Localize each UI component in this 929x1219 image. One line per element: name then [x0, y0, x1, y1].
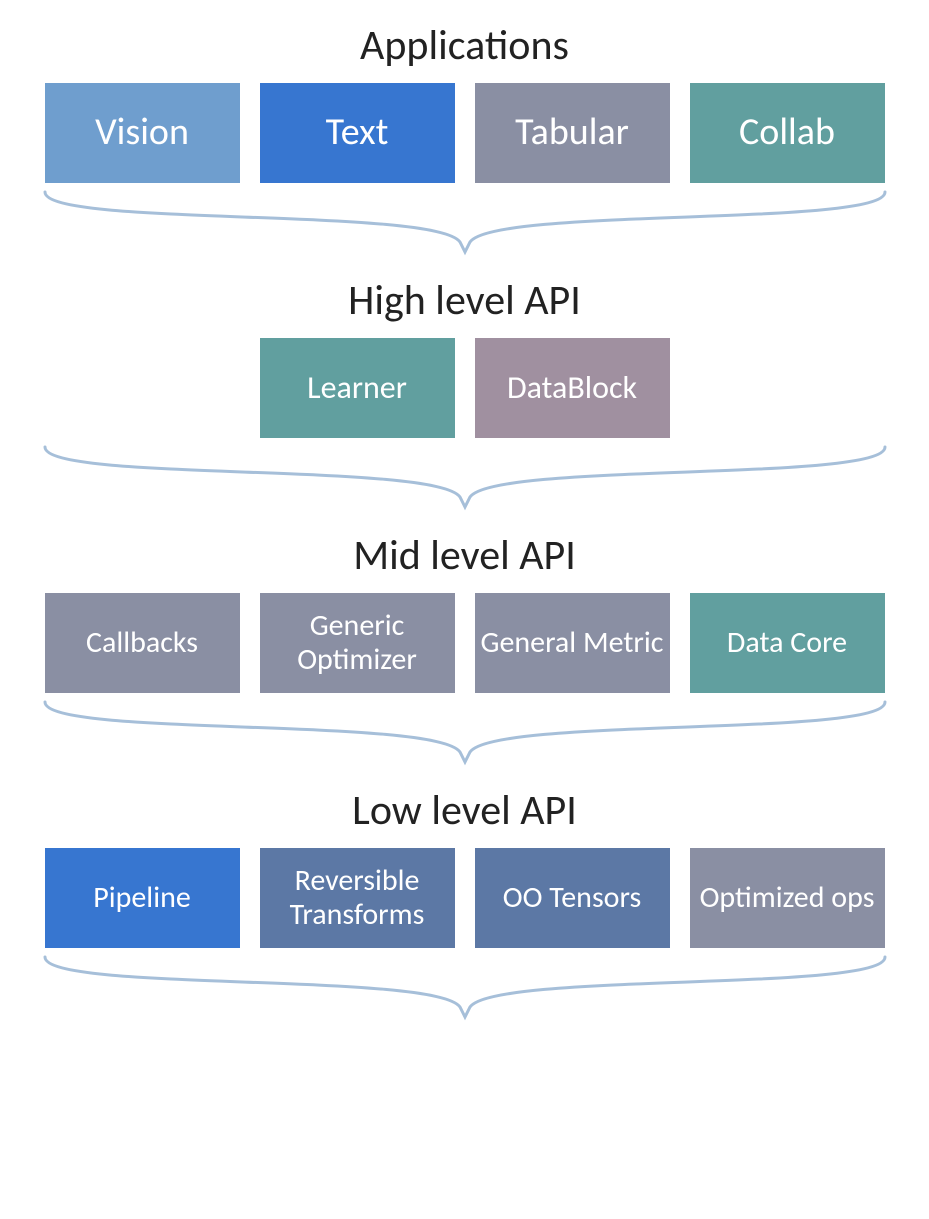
- mid-general-metric-box: General Metric: [475, 593, 670, 693]
- high-learner-box: Learner: [260, 338, 455, 438]
- mid-generic-optimizer-box: Generic Optimizer: [260, 593, 455, 693]
- bracket-icon: [35, 442, 895, 512]
- applications-boxes: Vision Text Tabular Collab: [45, 83, 885, 183]
- mid-level-section: Mid level API Callbacks Generic Optimize…: [30, 530, 899, 785]
- app-tabular-box: Tabular: [475, 83, 670, 183]
- low-level-title: Low level API: [352, 785, 577, 836]
- low-level-boxes: Pipeline Reversible Transforms OO Tensor…: [45, 848, 885, 948]
- high-level-boxes: Learner DataBlock: [260, 338, 670, 438]
- app-collab-box: Collab: [690, 83, 885, 183]
- high-level-title: High level API: [348, 275, 581, 326]
- applications-title: Applications: [360, 20, 569, 71]
- bracket-icon: [35, 187, 895, 257]
- mid-data-core-box: Data Core: [690, 593, 885, 693]
- applications-section: Applications Vision Text Tabular Collab: [30, 20, 899, 275]
- mid-callbacks-box: Callbacks: [45, 593, 240, 693]
- app-text-box: Text: [260, 83, 455, 183]
- low-pipeline-box: Pipeline: [45, 848, 240, 948]
- bracket-icon: [35, 952, 895, 1022]
- high-level-section: High level API Learner DataBlock: [30, 275, 899, 530]
- mid-level-title: Mid level API: [353, 530, 576, 581]
- app-vision-box: Vision: [45, 83, 240, 183]
- high-datablock-box: DataBlock: [475, 338, 670, 438]
- mid-level-boxes: Callbacks Generic Optimizer General Metr…: [45, 593, 885, 693]
- low-optimized-ops-box: Optimized ops: [690, 848, 885, 948]
- low-reversible-transforms-box: Reversible Transforms: [260, 848, 455, 948]
- low-oo-tensors-box: OO Tensors: [475, 848, 670, 948]
- bracket-icon: [35, 697, 895, 767]
- low-level-section: Low level API Pipeline Reversible Transf…: [30, 785, 899, 1040]
